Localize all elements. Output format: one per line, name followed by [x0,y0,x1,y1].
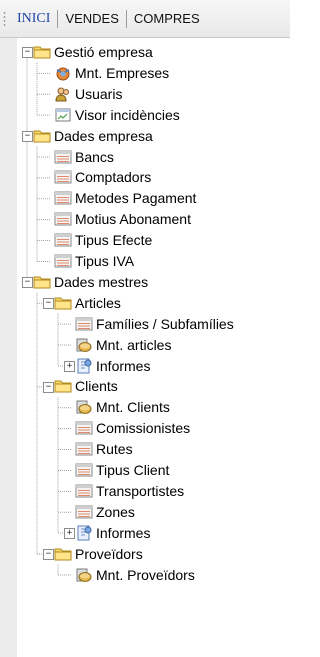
folder-icon [54,546,72,562]
tree-node-label: Mnt. articles [96,336,172,353]
tree-node-label: Usuaris [75,85,123,102]
tree-node-label: Famílies / Subfamílies [96,315,234,332]
collapse-button[interactable]: − [43,298,54,310]
tree-node-label: Metodes Pagament [75,190,197,207]
tree-node-label: Comissionistes [96,420,191,437]
left-panel-strip [0,38,18,657]
navigation-tree: Gestió empresa − Mnt. Empreses Usuaris Visor… [17,38,290,657]
tree-node-famílies-subfamílies[interactable]: Famílies / Subfamílies [75,314,234,334]
tree-node-label: Proveïdors [75,545,143,562]
tree-node-label: Tipus Efecte [75,232,153,249]
list-icon [54,149,72,165]
tree-node-label: Tipus Client [96,462,170,478]
tree-node-comptadors[interactable]: Comptadors [54,167,151,187]
tree-node-informes[interactable]: Informes [75,523,150,543]
tree-node-label: Mnt. Clients [96,399,170,416]
tree-node-label: Mnt. Empreses [75,64,170,81]
tree-node-label: Articles [75,294,121,311]
toolbar-grip[interactable] [3,10,6,27]
tree-node-visor-incidències[interactable]: Visor incidències [54,105,180,125]
tree-node-label: Dades mestres [54,273,149,290]
list-icon [75,441,93,457]
tree-node-tipus-client[interactable]: Tipus Client [75,460,169,480]
database-icon [75,337,93,353]
collapse-button[interactable]: − [22,277,33,289]
tree-node-gestió-empresa[interactable]: Gestió empresa [33,42,153,62]
collapse-button[interactable]: − [22,131,33,143]
expand-button[interactable]: + [64,360,75,372]
company-icon [54,65,72,81]
tree-node-label: Motius Abonament [75,211,191,228]
report-icon [75,358,93,374]
tree-node-label: Informes [96,524,151,541]
tree-node-label: Tipus IVA [75,253,135,269]
database-icon [75,567,93,583]
tree-node-mnt-articles[interactable]: Mnt. articles [75,335,171,355]
folder-icon [33,44,51,60]
top-menu-bar: INICI VENDES COMPRES [0,0,290,38]
tree-node-motius-abonament[interactable]: Motius Abonament [54,209,191,229]
tree-node-dades-mestres[interactable]: Dades mestres [33,272,148,292]
database-icon [75,399,93,415]
list-icon [54,211,72,227]
tree-node-label: Rutes [96,441,133,458]
collapse-button[interactable]: − [43,549,54,561]
tree-node-label: Visor incidències [75,106,180,123]
tree-node-mnt-clients[interactable]: Mnt. Clients [75,397,170,417]
tree-node-mnt-proveïdors[interactable]: Mnt. Proveïdors [75,565,195,585]
tree-node-label: Dades empresa [54,127,153,144]
tree-node-label: Informes [96,357,151,374]
tree-node-label: Bancs [75,148,114,165]
viewer-icon [54,107,72,123]
list-icon [75,504,93,520]
tab-compres[interactable]: COMPRES [127,10,207,28]
tree-node-usuaris[interactable]: Usuaris [54,84,122,104]
tree-node-clients[interactable]: Clients [54,376,118,396]
folder-icon [54,378,72,394]
tree-node-rutes[interactable]: Rutes [75,439,133,459]
folder-icon [54,295,72,311]
tree-node-comissionistes[interactable]: Comissionistes [75,418,190,438]
tree-node-mnt-empreses[interactable]: Mnt. Empreses [54,63,169,83]
tree-node-label: Transportistes [96,482,185,499]
tree-node-label: Clients [75,378,118,395]
collapse-button[interactable]: − [43,381,54,393]
tree-node-transportistes[interactable]: Transportistes [75,481,184,501]
list-icon [54,253,72,269]
list-icon [75,462,93,478]
tree-node-label: Zones [96,503,135,520]
tree-node-metodes-pagament[interactable]: Metodes Pagament [54,188,196,208]
list-icon [75,420,93,436]
users-icon [54,86,72,102]
list-icon [75,483,93,499]
folder-icon [33,274,51,290]
tree-node-tipus-efecte[interactable]: Tipus Efecte [54,230,152,250]
tree-node-dades-empresa[interactable]: Dades empresa [33,126,153,146]
tree-node-articles[interactable]: Articles [54,293,121,313]
tree-node-informes[interactable]: Informes [75,356,150,376]
tree-node-zones[interactable]: Zones [75,502,135,522]
tree-node-bancs[interactable]: Bancs [54,147,114,167]
list-icon [54,232,72,248]
list-icon [54,190,72,206]
tab-inici[interactable]: INICI [10,9,59,28]
expand-button[interactable]: + [64,528,75,540]
collapse-button[interactable]: − [22,47,33,59]
list-icon [75,316,93,332]
tab-vendes[interactable]: VENDES [58,9,127,28]
tree-node-tipus-iva[interactable]: Tipus IVA [54,251,134,271]
folder-icon [33,128,51,144]
tree-node-label: Gestió empresa [54,44,153,60]
tree-node-proveïdors[interactable]: Proveïdors [54,544,143,564]
list-icon [54,169,72,185]
tree-node-label: Comptadors [75,169,152,186]
report-icon [75,525,93,541]
tree-node-label: Mnt. Proveïdors [96,566,195,583]
